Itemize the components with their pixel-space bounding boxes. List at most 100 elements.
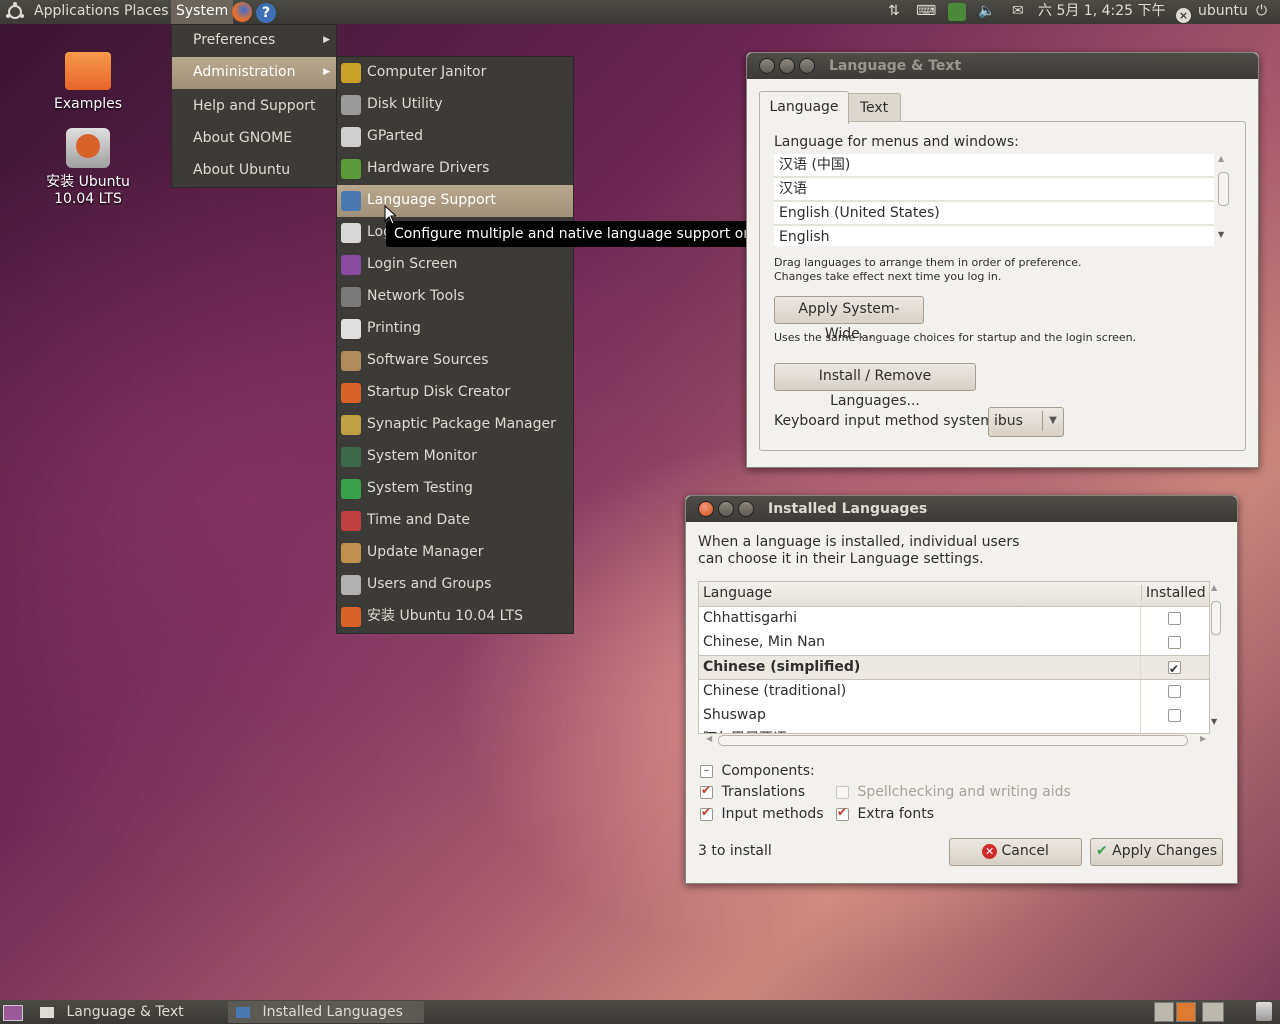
menu-item-help-and-support[interactable]: Help and Support [172,91,336,123]
firefox-icon[interactable] [232,2,252,26]
keyboard-input-select[interactable]: ibus ▼ [988,407,1064,437]
translations-checkbox[interactable] [700,783,713,799]
menu-item-computer-janitor[interactable]: Computer Janitor [337,57,573,89]
keyboard-icon[interactable]: ⌨ [916,0,936,24]
table-row[interactable]: Chhattisgarhi [699,607,1209,631]
menu-item-hardware-drivers[interactable]: Hardware Drivers [337,153,573,185]
desktop-icon-installer[interactable]: 安装 Ubuntu 10.04 LTS [24,128,152,208]
installed-checkbox[interactable] [1168,612,1181,625]
scroll-left-icon[interactable]: ◀ [706,734,712,743]
taskbar-item-language-text[interactable]: Language & Text [32,1001,226,1023]
extra-fonts-row[interactable]: Extra fonts [836,805,934,822]
window-titlebar[interactable]: Language & Text [747,53,1258,79]
workspace-2[interactable] [1176,1002,1196,1022]
system-menu[interactable]: System [171,0,234,24]
power-icon[interactable]: ⏻ [1256,0,1267,24]
menu-item-ubuntu-10-04-lts[interactable]: 安装 Ubuntu 10.04 LTS [337,601,573,633]
tab-text[interactable]: Text [847,93,901,122]
taskbar-item-installed-languages[interactable]: Installed Languages [228,1001,424,1023]
scroll-thumb[interactable] [718,735,1188,746]
list-item[interactable]: 汉语 (中国) [774,154,1214,178]
column-header-installed[interactable]: Installed [1141,585,1206,601]
scroll-down-icon[interactable]: ▼ [1211,717,1217,726]
maximize-icon[interactable] [738,501,754,517]
installed-checkbox[interactable] [1168,685,1181,698]
close-icon[interactable] [759,58,775,74]
list-item[interactable]: English (United States) [774,202,1214,226]
menu-item-language-support[interactable]: Language Support [337,185,573,217]
menu-item-update-manager[interactable]: Update Manager [337,537,573,569]
spellchecking-row[interactable]: Spellchecking and writing aids [836,784,1071,800]
menu-item-about-ubuntu[interactable]: About Ubuntu [172,155,336,187]
table-row[interactable]: Chinese (traditional) [699,680,1209,704]
table-row[interactable]: Chinese (simplified) [699,655,1209,680]
menu-item-about-gnome[interactable]: About GNOME [172,123,336,155]
tab-language[interactable]: Language [759,91,849,124]
input-methods-checkbox[interactable] [700,805,713,821]
menu-item-synaptic-package-manager[interactable]: Synaptic Package Manager [337,409,573,441]
language-list[interactable]: 汉语 (中国) 汉语 English (United States) Engli… [774,154,1214,246]
menu-item-gparted[interactable]: GParted [337,121,573,153]
table-row[interactable]: Shuswap [699,704,1209,728]
maximize-icon[interactable] [799,58,815,74]
places-menu[interactable]: Places [124,0,169,24]
menu-item-login-screen[interactable]: Login Screen [337,249,573,281]
menu-item-startup-disk-creator[interactable]: Startup Disk Creator [337,377,573,409]
workspace-switcher[interactable] [1148,1002,1228,1022]
show-desktop-icon[interactable] [3,1005,23,1021]
scroll-down-icon[interactable]: ▼ [1218,230,1224,239]
scroll-up-icon[interactable]: ▲ [1218,154,1224,163]
desktop-icon-examples[interactable]: Examples [40,52,136,112]
update-notifier-icon[interactable] [948,3,966,27]
cancel-button[interactable]: ✕ Cancel [949,838,1082,866]
column-header-language[interactable]: Language [703,585,772,601]
translations-row[interactable]: Translations [700,783,805,800]
apply-changes-button[interactable]: ✔ Apply Changes [1090,838,1223,866]
table-hscrollbar[interactable]: ◀ ▶ [706,733,1206,747]
input-methods-row[interactable]: Input methods [700,805,824,822]
menu-item-time-and-date[interactable]: Time and Date [337,505,573,537]
scroll-thumb[interactable] [1211,601,1221,635]
apply-system-wide-button[interactable]: Apply System-Wide... [774,296,924,342]
workspace-3[interactable] [1202,1002,1224,1022]
user-name[interactable]: ubuntu [1198,0,1248,24]
list-item[interactable]: 汉语 [774,178,1214,202]
mail-icon[interactable]: ✉ [1012,0,1024,24]
spellchecking-checkbox[interactable] [836,785,849,799]
scroll-right-icon[interactable]: ▶ [1200,734,1206,743]
network-arrows-icon[interactable]: ⇅ [888,0,900,24]
scroll-thumb[interactable] [1218,172,1229,206]
workspace-1[interactable] [1154,1002,1174,1022]
menu-item-system-monitor[interactable]: System Monitor [337,441,573,473]
install-remove-languages-button[interactable]: Install / Remove Languages... [774,363,976,409]
trash-icon[interactable] [1256,1002,1272,1021]
window-titlebar[interactable]: Installed Languages [686,496,1237,522]
installed-checkbox[interactable] [1168,636,1181,649]
menu-item-printing[interactable]: Printing [337,313,573,345]
installed-checkbox[interactable] [1168,709,1181,722]
installed-checkbox[interactable] [1168,658,1181,680]
menu-item-disk-utility[interactable]: Disk Utility [337,89,573,121]
table-row[interactable]: Chinese, Min Nan [699,631,1209,655]
menu-item-administration[interactable]: Administration ▶ [172,57,336,89]
ubuntu-logo-icon[interactable] [6,0,24,24]
extra-fonts-checkbox[interactable] [836,805,849,821]
menu-item-network-tools[interactable]: Network Tools [337,281,573,313]
list-item[interactable]: English [774,226,1214,246]
help-icon[interactable]: ? [256,2,276,26]
applications-menu[interactable]: Applications [34,0,120,24]
minimize-icon[interactable] [779,58,795,74]
user-status-icon[interactable]: × [1176,4,1191,28]
table-vscrollbar[interactable]: ▲ ▼ [1208,581,1222,732]
menu-item-software-sources[interactable]: Software Sources [337,345,573,377]
minimize-icon[interactable] [718,501,734,517]
clock[interactable]: 六 5月 1, 4:25 下午 [1038,0,1166,24]
components-row[interactable]: – Components: [700,763,815,779]
list-scrollbar[interactable]: ▲ ▼ [1216,154,1230,246]
scroll-up-icon[interactable]: ▲ [1211,583,1217,592]
menu-item-users-and-groups[interactable]: Users and Groups [337,569,573,601]
close-icon[interactable] [698,501,714,517]
volume-icon[interactable]: 🔈 [978,0,995,24]
menu-item-preferences[interactable]: Preferences ▶ [172,25,336,57]
menu-item-system-testing[interactable]: System Testing [337,473,573,505]
